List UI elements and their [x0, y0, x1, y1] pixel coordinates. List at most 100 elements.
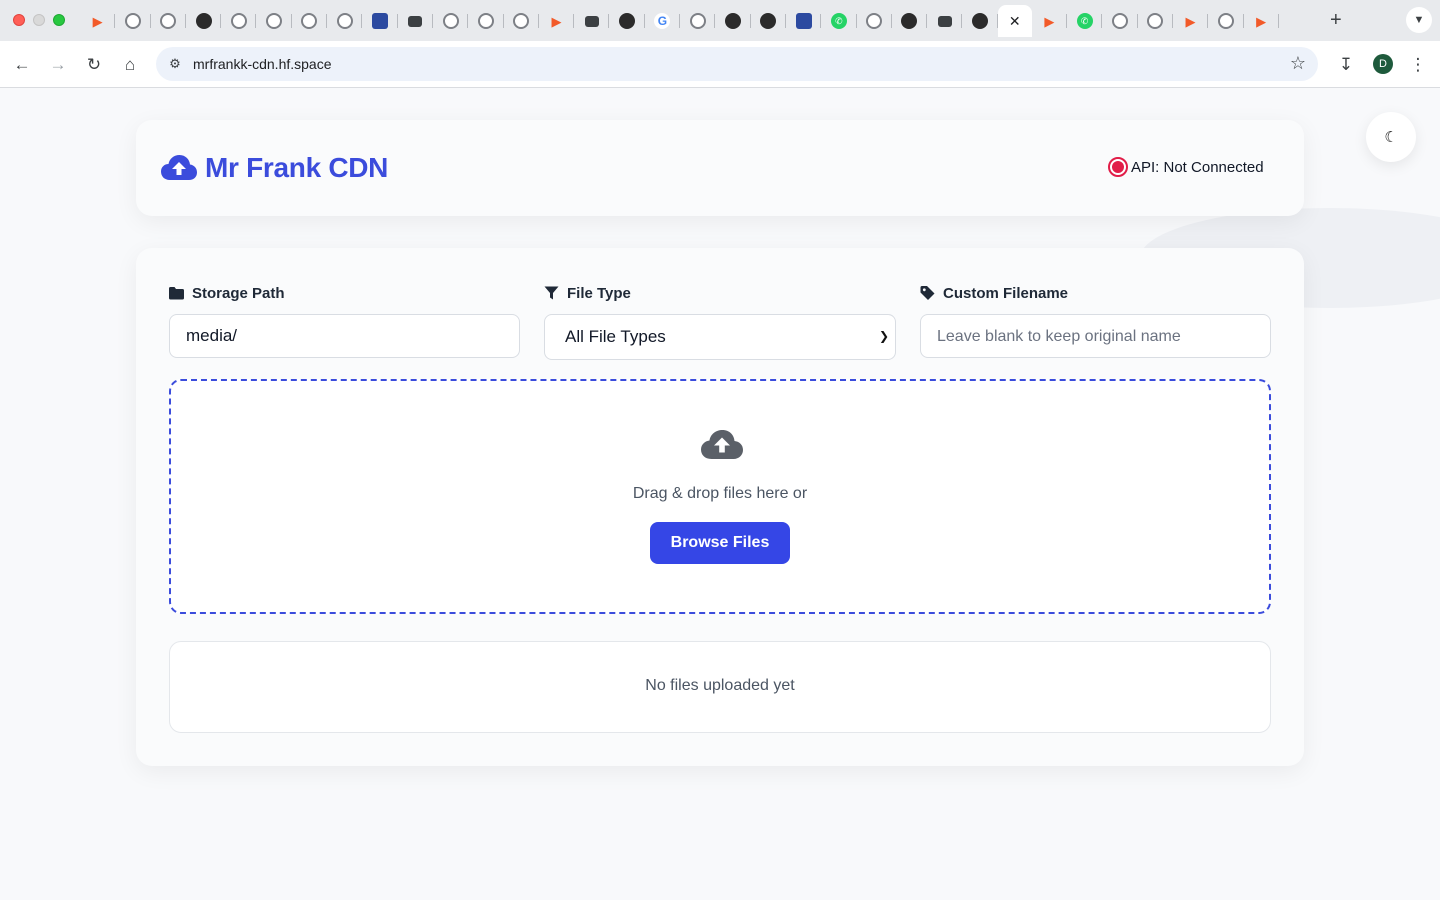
favicon-icon	[724, 13, 741, 29]
storage-path-input[interactable]	[169, 314, 520, 358]
file-type-select[interactable]: All File Types ❯	[544, 314, 896, 360]
browser-tab[interactable]	[468, 5, 504, 37]
browser-tab[interactable]	[892, 5, 928, 37]
browser-tab[interactable]	[786, 5, 822, 37]
browser-tab[interactable]	[398, 5, 434, 37]
browser-tab[interactable]	[927, 5, 963, 37]
tab-active[interactable]: ✕	[997, 5, 1032, 37]
favicon-icon: ▶	[1185, 13, 1196, 29]
moon-icon: ☾	[1384, 129, 1398, 146]
custom-filename-field: Custom Filename	[920, 283, 1271, 358]
browser-tab[interactable]	[962, 5, 999, 37]
browser-tab[interactable]: ✆	[1067, 5, 1103, 37]
browser-tab[interactable]: ▶	[1173, 5, 1209, 37]
browser-tab[interactable]	[1138, 5, 1174, 37]
favicon-icon	[795, 13, 812, 29]
favicon-icon	[124, 13, 141, 29]
favicon-icon	[301, 13, 318, 29]
back-icon[interactable]: ←	[10, 53, 34, 77]
folder-icon	[169, 287, 184, 300]
chevron-down-icon: ❯	[878, 329, 889, 343]
browser-tab[interactable]: G	[645, 5, 681, 37]
browser-tab[interactable]	[256, 5, 293, 37]
browser-tabstrip: ▶ ▶ G ✆ ✕ ▶ ✆ ▶ ▶ + ▼	[0, 0, 1440, 41]
browser-tab[interactable]	[1102, 5, 1138, 37]
favicon-icon	[584, 15, 599, 27]
browser-tab[interactable]: ▶	[80, 5, 116, 37]
browser-menu-icon[interactable]: ⋮	[1406, 53, 1430, 77]
browser-tab[interactable]	[680, 5, 716, 37]
browser-tab[interactable]	[574, 5, 610, 37]
home-icon[interactable]: ⌂	[118, 53, 142, 77]
api-status-text: API: Not Connected	[1131, 158, 1264, 176]
browser-tab[interactable]	[115, 5, 151, 37]
browser-tab[interactable]	[504, 5, 540, 37]
address-bar[interactable]: ⚙ mrfrankk-cdn.hf.space ☆	[156, 47, 1318, 81]
favicon-icon	[195, 13, 212, 29]
browser-tab[interactable]: ✆	[821, 5, 857, 37]
browser-tab[interactable]	[221, 5, 257, 37]
file-type-label-text: File Type	[567, 284, 631, 302]
favicon-icon: ▶	[92, 13, 103, 29]
cloud-upload-icon	[701, 430, 743, 459]
browse-files-button[interactable]: Browse Files	[650, 522, 790, 564]
browser-tab[interactable]	[609, 5, 646, 37]
browser-tab[interactable]	[362, 5, 398, 37]
browser-tab[interactable]	[857, 5, 893, 37]
browser-tab[interactable]	[751, 5, 787, 37]
theme-toggle-button[interactable]: ☾	[1366, 112, 1416, 162]
browser-toolbar: ← → ↻ ⌂ ⚙ mrfrankk-cdn.hf.space ☆ ↧ D ⋮	[0, 41, 1440, 88]
favicon-icon	[442, 13, 459, 29]
file-type-field: File Type All File Types ❯	[544, 283, 896, 360]
tag-icon	[920, 286, 935, 300]
custom-filename-input[interactable]	[920, 314, 1271, 358]
browser-tab[interactable]	[292, 5, 328, 37]
favicon-icon	[513, 13, 530, 29]
storage-path-label-text: Storage Path	[192, 284, 285, 302]
close-tab-icon[interactable]: ✕	[1009, 13, 1021, 30]
dropzone-text: Drag & drop files here or	[632, 485, 808, 502]
favicon-icon	[336, 13, 353, 29]
favicon-icon	[760, 13, 777, 29]
page-viewport: ☾ Mr Frank CDN API: Not Connected Storag…	[0, 88, 1440, 900]
browser-tab[interactable]	[1208, 5, 1244, 37]
browser-tab[interactable]	[327, 5, 363, 37]
close-window-button[interactable]	[13, 14, 25, 26]
browser-tab[interactable]: ▶	[1244, 5, 1280, 37]
browser-tab[interactable]: ▶	[1032, 5, 1068, 37]
forward-icon[interactable]: →	[46, 53, 70, 77]
storage-path-field: Storage Path	[169, 283, 520, 358]
favicon-icon	[866, 13, 883, 29]
favicon-icon	[901, 13, 918, 29]
api-status-badge: API: Not Connected	[1108, 157, 1264, 177]
minimize-window-button[interactable]	[33, 14, 45, 26]
bookmark-star-icon[interactable]: ☆	[1290, 53, 1306, 74]
favicon-icon: G	[654, 13, 671, 29]
profile-avatar[interactable]: D	[1373, 54, 1393, 74]
favicon-icon	[619, 13, 636, 29]
new-tab-button[interactable]: +	[1330, 9, 1342, 32]
file-dropzone[interactable]: Drag & drop files here or Browse Files	[169, 379, 1271, 614]
tab-search-button[interactable]: ▼	[1406, 7, 1432, 33]
browser-tabs: ▶ ▶ G ✆ ✕ ▶ ✆ ▶ ▶	[80, 4, 1280, 38]
browser-tab[interactable]	[433, 5, 469, 37]
header-card: Mr Frank CDN API: Not Connected	[136, 120, 1304, 216]
maximize-window-button[interactable]	[53, 14, 65, 26]
favicon-icon	[266, 13, 283, 29]
storage-path-label: Storage Path	[169, 283, 520, 303]
browser-tab[interactable]	[715, 5, 751, 37]
url-text[interactable]: mrfrankk-cdn.hf.space	[193, 56, 332, 72]
favicon-icon: ▶	[1256, 13, 1267, 29]
browser-tab[interactable]	[186, 5, 222, 37]
browser-tab[interactable]	[151, 5, 187, 37]
download-icon[interactable]: ↧	[1334, 53, 1358, 77]
filter-icon	[544, 286, 559, 300]
reload-icon[interactable]: ↻	[82, 53, 106, 77]
status-dot-icon	[1108, 157, 1128, 177]
site-settings-icon[interactable]: ⚙	[166, 55, 184, 73]
favicon-icon: ✆	[830, 13, 847, 29]
browser-tab[interactable]: ▶	[539, 5, 575, 37]
brand: Mr Frank CDN	[161, 152, 388, 184]
empty-files-text: No files uploaded yet	[645, 677, 795, 694]
favicon-icon	[408, 15, 423, 27]
